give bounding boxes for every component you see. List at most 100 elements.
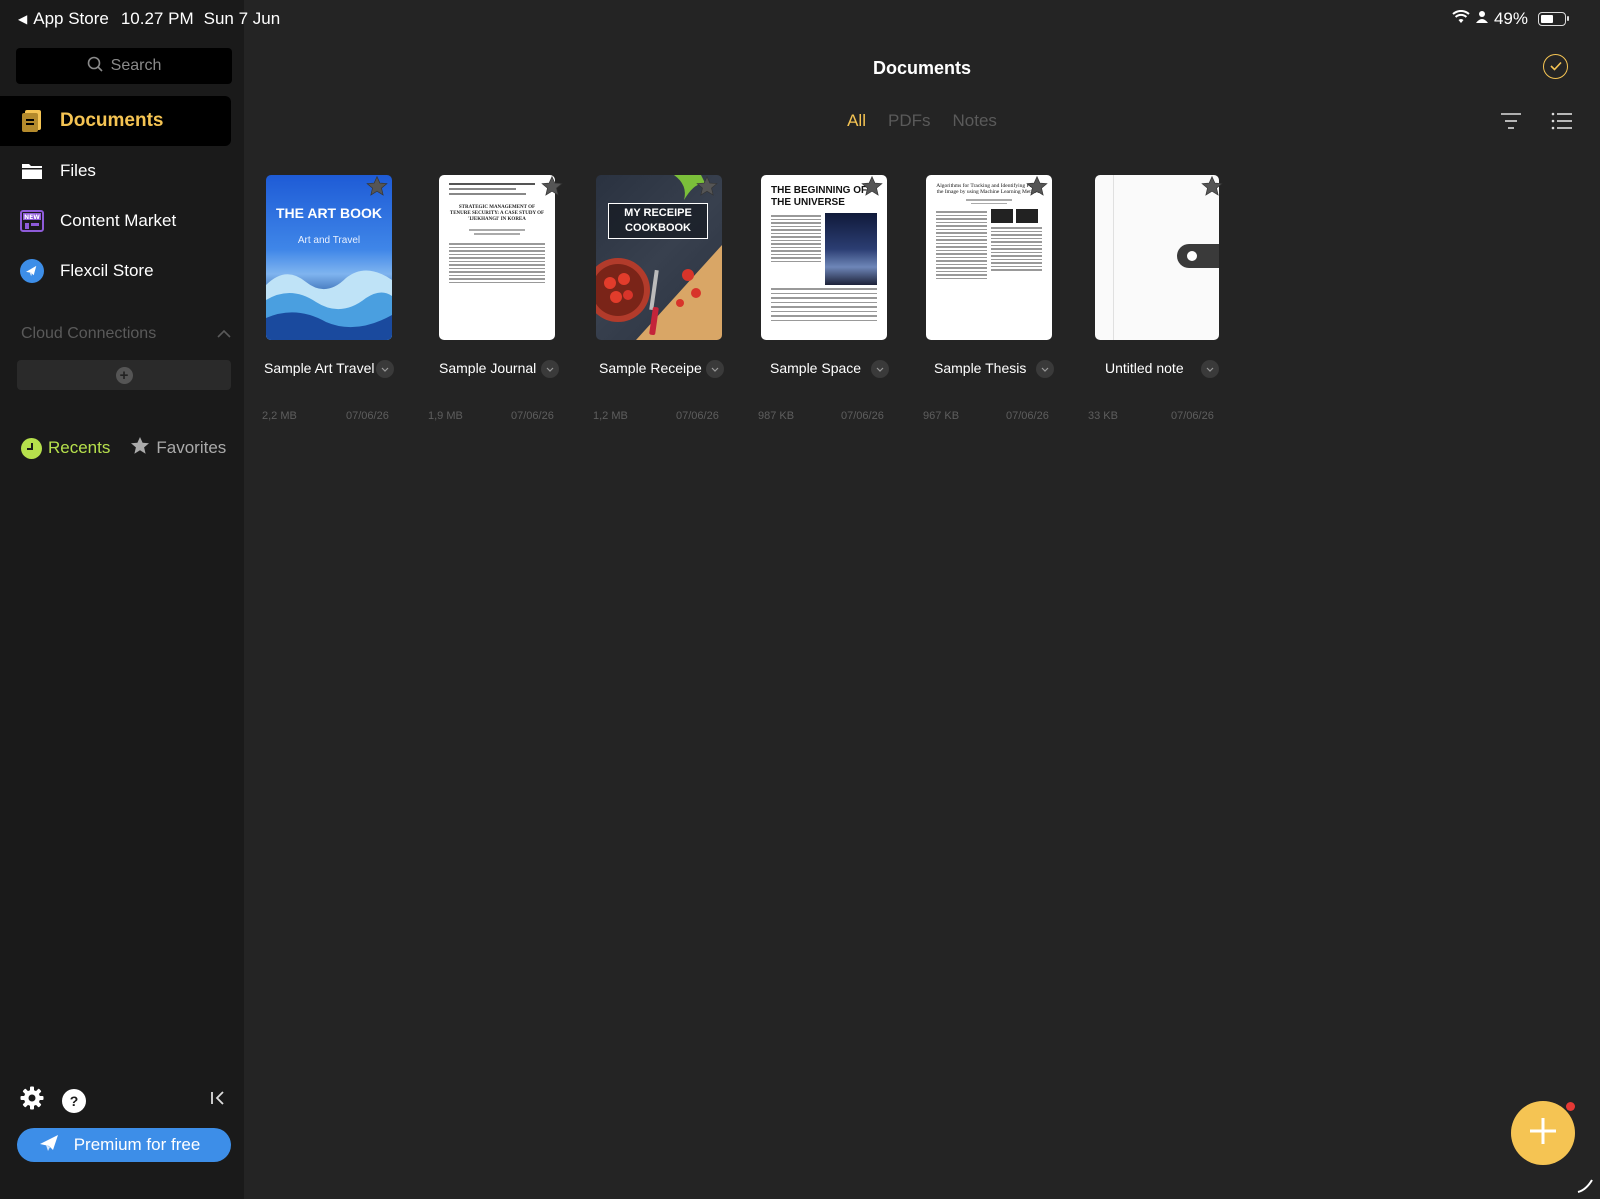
back-app-label[interactable]: App Store [33,9,109,29]
document-name[interactable]: Sample Journal [439,360,536,376]
market-new-icon: NEW [20,209,44,233]
document-name[interactable]: Untitled note [1105,360,1184,376]
help-icon[interactable]: ? [62,1088,86,1113]
sidebar-footer: ? [20,1086,226,1115]
document-date: 07/06/26 [841,410,884,422]
sidebar-item-content-market[interactable]: NEW Content Market [0,196,231,246]
chevron-down-icon[interactable] [1201,360,1219,378]
add-cloud-connection-button[interactable]: + [17,360,231,390]
chevron-down-icon[interactable] [1036,360,1054,378]
cloud-connections-label: Cloud Connections [21,325,157,342]
favorite-star-icon[interactable] [541,175,563,197]
plus-icon: + [115,366,133,384]
favorite-star-icon[interactable] [366,175,388,197]
chevron-down-icon[interactable] [871,360,889,378]
cover-title: THE ART BOOK [275,205,383,221]
star-icon [130,436,150,460]
document-thumbnail[interactable]: Algorithms for Tracking and Identifying … [926,175,1052,340]
sidebar-item-label: Files [60,161,96,180]
select-check-button[interactable] [1543,54,1568,79]
new-badge-text: NEW [24,214,40,221]
notification-dot [1566,1102,1575,1111]
add-document-button[interactable] [1511,1101,1575,1165]
document-date: 07/06/26 [346,410,389,422]
document-size: 967 KB [923,410,960,422]
document-size: 33 KB [1088,410,1118,422]
sidebar-item-label: Documents [60,110,164,131]
resize-handle-icon [1576,1176,1594,1199]
search-icon [87,56,103,77]
recipe-illustration [596,175,722,340]
gear-icon[interactable] [20,1086,44,1115]
battery-icon [1538,12,1569,26]
tab-favorites-label: Favorites [156,438,227,457]
tab-all[interactable]: All [847,111,866,131]
document-date: 07/06/26 [511,410,554,422]
flexcil-bird-icon [38,1133,60,1158]
cover-subtitle: Art and Travel [297,235,361,246]
notebook-strap [1177,244,1219,268]
chevron-down-icon[interactable] [541,360,559,378]
document-date: 07/06/26 [676,410,719,422]
document-name[interactable]: Sample Thesis [934,360,1026,376]
filter-tabs: All PDFs Notes [244,111,1600,131]
battery-percent: 49% [1493,9,1528,28]
document-name[interactable]: Sample Receipe [599,360,702,376]
document-thumbnail[interactable]: STRATEGIC MANAGEMENT OF TENURE SECURITY:… [439,175,555,340]
search-placeholder: Search [110,57,162,74]
sidebar-tabs: Recents Favorites [21,436,226,460]
sort-filter-icon[interactable] [1500,112,1522,135]
documents-icon [20,109,44,133]
clock-icon [21,437,42,459]
status-date: Sun 7 Jun [203,9,281,28]
document-thumbnail[interactable]: MY RECEIPE COOKBOOK [596,175,722,340]
tab-favorites[interactable]: Favorites [130,436,226,460]
document-name[interactable]: Sample Space [770,360,861,376]
favorite-star-icon[interactable] [1201,175,1223,197]
checkmark-icon [1549,58,1562,76]
page-title: Documents [872,58,971,78]
sidebar-item-documents[interactable]: Documents [0,96,231,146]
status-time: 10.27 PM [120,9,194,28]
document-size: 2,2 MB [262,410,297,422]
tab-notes[interactable]: Notes [952,111,996,131]
favorite-star-icon[interactable] [1026,175,1048,197]
document-size: 1,9 MB [428,410,463,422]
flexcil-store-icon [20,259,44,283]
favorite-star-icon[interactable] [861,175,883,197]
sidebar-item-label: Content Market [60,211,177,230]
galaxy-image [825,213,877,285]
wifi-icon [1452,9,1470,29]
main-area: Documents All PDFs Notes THE ART BOOK Ar… [244,0,1600,1199]
cover-title: STRATEGIC MANAGEMENT OF TENURE SECURITY:… [449,205,545,222]
sidebar-item-label: Flexcil Store [60,261,154,280]
sidebar: Search Documents Files NEW Content Marke… [0,0,244,1199]
plus-icon [1528,1116,1558,1151]
tab-pdfs[interactable]: PDFs [888,111,931,131]
premium-for-free-button[interactable]: Premium for free [17,1128,231,1162]
document-thumbnail[interactable]: THE ART BOOK Art and Travel [266,175,392,340]
chevron-down-icon[interactable] [706,360,724,378]
tab-recents-label: Recents [48,438,111,457]
search-input[interactable]: Search [16,48,232,84]
chevron-up-icon[interactable] [217,325,231,343]
sidebar-item-flexcil-store[interactable]: Flexcil Store [0,246,231,296]
document-date: 07/06/26 [1006,410,1049,422]
sidebar-item-files[interactable]: Files [0,146,231,196]
list-view-icon[interactable] [1551,112,1573,135]
document-name[interactable]: Sample Art Travel [264,360,375,376]
status-bar: ◀ App Store 10.27 PM Sun 7 Jun 49% [0,0,1600,36]
document-thumbnail[interactable]: THE BEGINNING OF THE UNIVERSE [761,175,887,340]
person-icon [1475,9,1488,29]
collapse-sidebar-icon[interactable] [210,1090,226,1111]
document-size: 987 KB [758,410,795,422]
document-size: 1,2 MB [593,410,628,422]
cloud-connections-header[interactable]: Cloud Connections [21,325,231,343]
document-thumbnail[interactable] [1095,175,1219,340]
cover-title: MY RECEIPE COOKBOOK [608,203,708,239]
chevron-down-icon[interactable] [376,360,394,378]
favorite-star-icon[interactable] [696,175,718,197]
tab-recents[interactable]: Recents [21,437,111,459]
back-arrow-icon[interactable]: ◀ [18,12,27,26]
folder-icon [20,159,44,183]
